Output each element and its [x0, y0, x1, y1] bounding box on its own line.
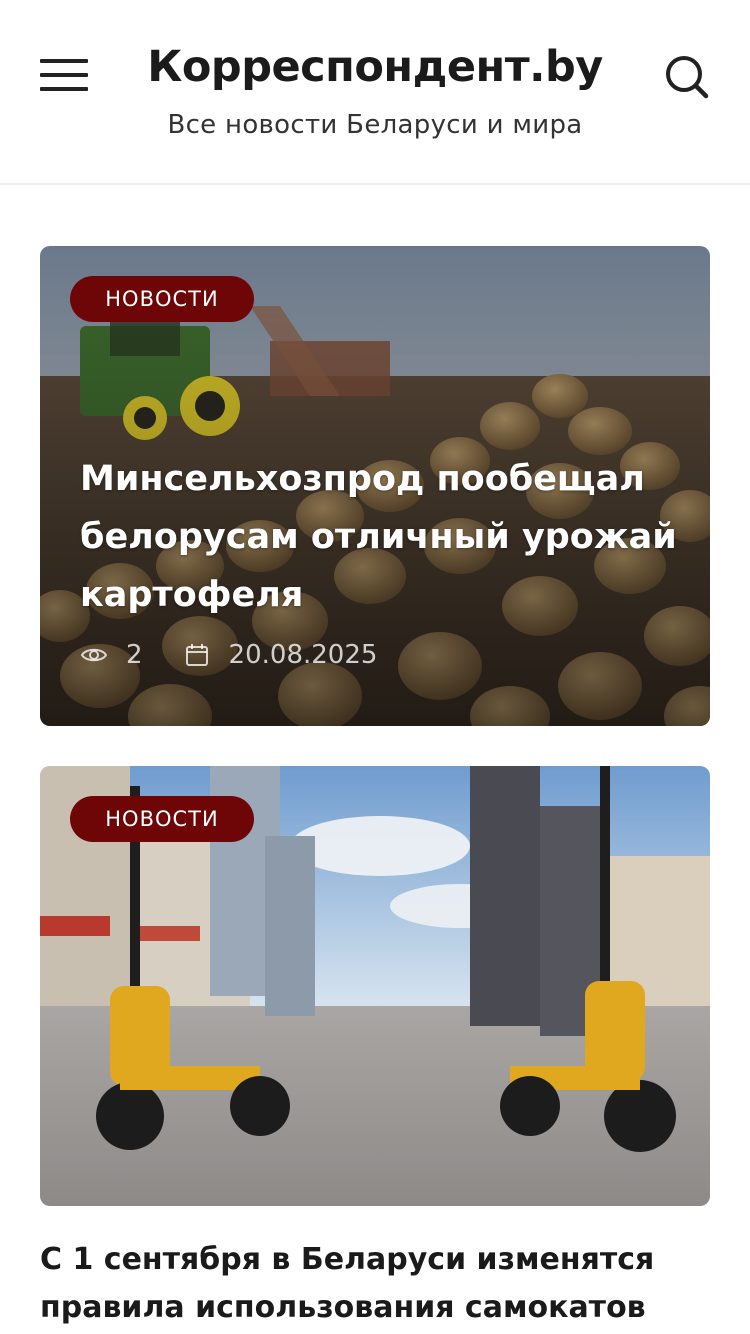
views-count: 2 — [126, 640, 143, 670]
article-title[interactable]: Минсельхозпрод пообещал белорусам отличн… — [80, 450, 690, 624]
article-date: 20.08.2025 — [228, 640, 378, 670]
article-title[interactable]: С 1 сентября в Беларуси изменятся правил… — [40, 1236, 720, 1332]
article-card[interactable]: НОВОСТИ — [40, 766, 710, 1206]
site-header: Корреспондент.by Все новости Беларуси и … — [0, 0, 750, 185]
article-meta: 2 20.08.2025 — [80, 638, 377, 672]
calendar-icon — [183, 641, 211, 669]
category-badge[interactable]: НОВОСТИ — [70, 796, 254, 842]
category-badge[interactable]: НОВОСТИ — [70, 276, 254, 322]
article-card[interactable]: НОВОСТИ Минсельхозпрод пообещал белоруса… — [40, 246, 710, 726]
eye-icon — [80, 641, 108, 669]
site-subtitle: Все новости Беларуси и мира — [167, 110, 583, 140]
site-title[interactable]: Корреспондент.by — [0, 42, 750, 92]
search-icon[interactable] — [662, 52, 712, 100]
